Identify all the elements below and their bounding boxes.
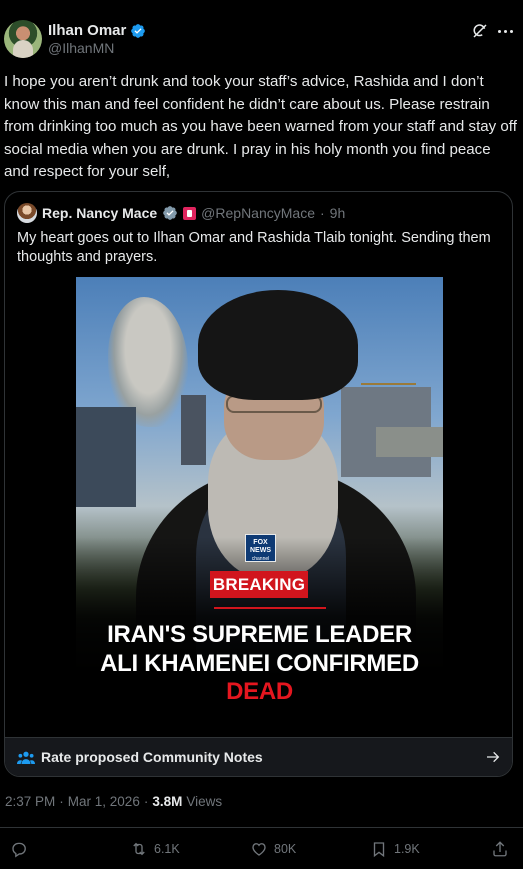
building bbox=[376, 427, 443, 457]
headline-line2: ALI KHAMENEI CONFIRMED DEAD bbox=[76, 650, 443, 706]
author-avatar[interactable] bbox=[4, 20, 42, 58]
quoted-text: My heart goes out to Ilhan Omar and Rash… bbox=[17, 230, 491, 265]
headline-line2-white: ALI KHAMENEI CONFIRMED bbox=[100, 650, 419, 677]
tweet-time[interactable]: 2:37 PM bbox=[5, 794, 55, 809]
like-icon bbox=[252, 843, 266, 856]
reply-icon bbox=[12, 842, 26, 858]
verified-icon bbox=[131, 23, 146, 38]
author-name-row[interactable]: Ilhan Omar bbox=[48, 22, 146, 39]
repost-count: 6.1K bbox=[154, 842, 180, 856]
reply-button[interactable] bbox=[10, 840, 34, 858]
headline-line2-red: DEAD bbox=[226, 678, 293, 705]
quoted-name[interactable]: Rep. Nancy Mace bbox=[42, 205, 157, 221]
bookmark-icon bbox=[373, 842, 385, 858]
tweet-text: I hope you aren’t drunk and took your st… bbox=[4, 73, 517, 180]
author-handle[interactable]: @IlhanMN bbox=[48, 40, 114, 56]
bookmark-count: 1.9K bbox=[394, 842, 420, 856]
figure-turban bbox=[198, 290, 358, 400]
grok-icon[interactable] bbox=[471, 22, 489, 40]
author-name[interactable]: Ilhan Omar bbox=[48, 22, 126, 39]
building bbox=[181, 395, 206, 465]
tweet-date[interactable]: Mar 1, 2026 bbox=[68, 794, 140, 809]
action-bar: 6.1K 80K 1.9K bbox=[0, 828, 523, 869]
verified-icon bbox=[163, 206, 178, 220]
views-label: Views bbox=[186, 794, 223, 809]
community-notes-icon bbox=[17, 751, 35, 764]
community-notes-bar[interactable]: Rate proposed Community Notes bbox=[5, 737, 512, 776]
quoted-header: Rep. Nancy Mace @RepNancyMace · 9h bbox=[17, 203, 345, 223]
crane bbox=[361, 383, 416, 385]
like-count: 80K bbox=[274, 842, 297, 856]
meta-separator: · bbox=[143, 794, 149, 809]
community-notes-label[interactable]: Rate proposed Community Notes bbox=[41, 749, 263, 765]
quoted-time[interactable]: 9h bbox=[330, 205, 346, 221]
share-icon bbox=[493, 841, 507, 857]
fox-news-logo: FOX NEWS channel bbox=[245, 534, 276, 562]
logo-line1: FOX bbox=[253, 539, 268, 546]
tweet-header: Ilhan Omar @IlhanMN bbox=[0, 0, 523, 64]
quoted-separator: · bbox=[319, 205, 325, 221]
tweet-meta: 2:37 PM · Mar 1, 2026 · 3.8M Views bbox=[5, 794, 222, 809]
quoted-handle: @RepNancyMace bbox=[201, 205, 315, 221]
logo-line2: NEWS bbox=[250, 547, 271, 554]
building bbox=[76, 407, 136, 507]
bookmark-button[interactable]: 1.9K bbox=[370, 840, 420, 858]
party-flag-icon bbox=[183, 206, 197, 220]
repost-button[interactable]: 6.1K bbox=[130, 840, 180, 858]
quoted-media-image[interactable]: FOX NEWS channel BREAKING IRAN'S SUPREME… bbox=[76, 277, 443, 736]
views-count: 3.8M bbox=[152, 794, 183, 809]
breaking-badge: BREAKING bbox=[210, 571, 308, 598]
quoted-tweet[interactable]: Rep. Nancy Mace @RepNancyMace · 9h My he… bbox=[4, 191, 513, 777]
red-divider bbox=[214, 607, 326, 609]
meta-separator: · bbox=[59, 794, 64, 809]
share-button[interactable] bbox=[491, 840, 509, 858]
more-icon[interactable] bbox=[498, 24, 518, 38]
like-button[interactable]: 80K bbox=[250, 840, 296, 858]
quoted-avatar[interactable] bbox=[17, 203, 37, 223]
headline-line1: IRAN'S SUPREME LEADER bbox=[107, 621, 412, 648]
logo-line3: channel bbox=[251, 556, 270, 562]
repost-icon bbox=[133, 842, 145, 856]
arrow-right-icon[interactable] bbox=[485, 749, 501, 765]
